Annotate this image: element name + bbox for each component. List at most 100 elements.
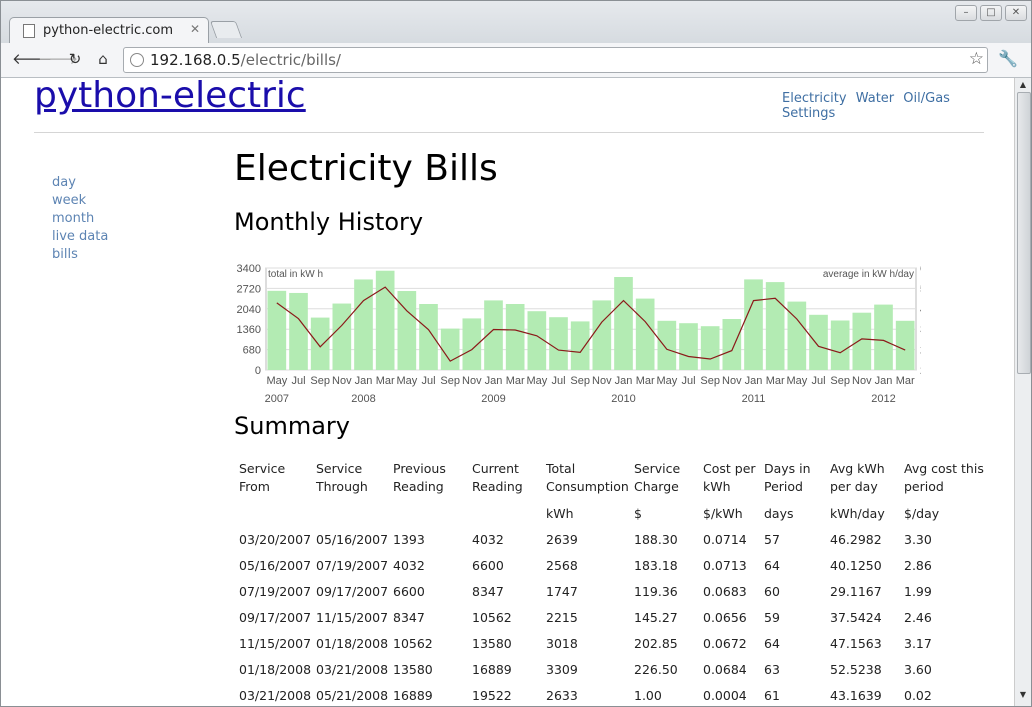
nav-electricity[interactable]: Electricity — [782, 91, 847, 106]
bar — [765, 282, 785, 370]
table-cell: 226.50 — [634, 662, 678, 677]
maximize-button[interactable]: □ — [980, 5, 1002, 21]
browser-tab[interactable]: python-electric.com ✕ — [9, 17, 209, 44]
bar — [440, 328, 460, 370]
table-cell: 0.0004 — [703, 688, 747, 703]
column-header: Reading — [393, 479, 444, 494]
table-cell: 1.99 — [904, 584, 932, 599]
table-cell: 09/17/2007 — [239, 610, 312, 625]
x-tick-label: Sep — [830, 375, 850, 387]
bar — [830, 320, 850, 370]
bar — [505, 304, 525, 370]
bar — [267, 290, 287, 370]
table-cell: 6600 — [472, 558, 504, 573]
close-window-button[interactable]: ✕ — [1005, 5, 1027, 21]
nav-settings[interactable]: Settings — [782, 106, 835, 121]
monthly-history-heading: Monthly History — [234, 208, 424, 236]
column-header: Through — [316, 479, 368, 494]
column-header: Consumption — [546, 479, 629, 494]
column-header: Charge — [634, 479, 679, 494]
bar — [657, 320, 677, 370]
x-tick-label: Jul — [421, 375, 435, 387]
minimize-button[interactable]: – — [955, 5, 977, 21]
column-header: Previous — [393, 461, 446, 476]
table-cell: 07/19/2007 — [239, 584, 312, 599]
top-nav: Electricity Water Oil/Gas Settings — [782, 91, 1014, 121]
table-cell: 3309 — [546, 662, 578, 677]
column-header: Reading — [472, 479, 523, 494]
table-cell: 188.30 — [634, 532, 678, 547]
vertical-scrollbar[interactable]: ▲ ▼ — [1014, 78, 1031, 706]
table-cell: 0.0656 — [703, 610, 747, 625]
scroll-down-icon[interactable]: ▼ — [1017, 690, 1029, 702]
summary-heading: Summary — [234, 412, 350, 440]
column-header: Current — [472, 461, 519, 476]
year-label: 2012 — [871, 393, 895, 405]
bar — [549, 317, 568, 370]
back-icon[interactable]: 🡐 — [12, 49, 52, 69]
sidenav-live-data[interactable]: live data — [52, 229, 108, 247]
column-header: Avg kWh — [830, 461, 885, 476]
table-cell: 3.60 — [904, 662, 932, 677]
x-tick-label: Jan — [745, 375, 763, 387]
table-cell: 05/21/2008 — [316, 688, 389, 703]
table-cell: 29.1167 — [830, 584, 882, 599]
sidenav-bills[interactable]: bills — [52, 247, 108, 265]
nav-water[interactable]: Water — [856, 91, 894, 106]
sidenav-day[interactable]: day — [52, 175, 108, 193]
table-cell: 13580 — [393, 662, 433, 677]
bar — [635, 298, 655, 370]
wrench-icon[interactable]: 🔧 — [997, 49, 1019, 69]
column-header: per day — [830, 479, 878, 494]
close-tab-icon[interactable]: ✕ — [190, 22, 200, 36]
column-header: Service — [316, 461, 363, 476]
reload-icon[interactable]: ↻ — [65, 49, 85, 69]
table-cell: 13580 — [472, 636, 512, 651]
page-title: Electricity Bills — [234, 148, 498, 189]
x-tick-label: Mar — [636, 375, 655, 387]
bar — [354, 279, 373, 370]
table-cell: 183.18 — [634, 558, 678, 573]
nav-oil-gas[interactable]: Oil/Gas — [903, 91, 950, 106]
table-cell: 0.0713 — [703, 558, 747, 573]
site-title-link[interactable]: python-electric — [34, 78, 306, 116]
forward-icon[interactable]: 🡒 — [38, 49, 78, 69]
sidenav-month[interactable]: month — [52, 211, 108, 229]
x-tick-label: Mar — [506, 375, 525, 387]
table-cell: 43.1639 — [830, 688, 882, 703]
right-tick-label: 20 — [920, 365, 921, 377]
table-cell: 64 — [764, 636, 780, 651]
address-bar[interactable]: 192.168.0.5/electric/bills/ ☆ — [123, 47, 988, 73]
sidenav-week[interactable]: week — [52, 193, 108, 211]
table-cell: 09/17/2007 — [316, 584, 389, 599]
url-text: 192.168.0.5/electric/bills/ — [150, 51, 341, 69]
column-header: From — [239, 479, 270, 494]
table-cell: 0.0683 — [703, 584, 747, 599]
table-cell: 4032 — [472, 532, 504, 547]
table-cell: 05/16/2007 — [239, 558, 312, 573]
table-cell: 8347 — [393, 610, 425, 625]
column-unit: kWh — [546, 506, 574, 521]
x-tick-label: Jul — [811, 375, 825, 387]
new-tab-button[interactable] — [209, 21, 243, 38]
table-cell: 6600 — [393, 584, 425, 599]
table-cell: 3018 — [546, 636, 578, 651]
home-icon[interactable]: ⌂ — [93, 49, 113, 69]
x-tick-label: Nov — [462, 375, 482, 387]
column-header: Cost per — [703, 461, 756, 476]
scroll-up-icon[interactable]: ▲ — [1017, 80, 1029, 92]
scrollbar-thumb[interactable] — [1017, 92, 1031, 374]
x-tick-label: Jul — [551, 375, 565, 387]
bar — [310, 317, 330, 370]
right-tick-label: 52 — [920, 283, 921, 295]
x-tick-label: May — [266, 375, 287, 387]
x-tick-label: Nov — [332, 375, 352, 387]
bookmark-star-icon[interactable]: ☆ — [969, 49, 984, 69]
right-tick-label: 44 — [920, 304, 921, 316]
left-tick-label: 680 — [243, 345, 261, 357]
x-tick-label: May — [656, 375, 677, 387]
table-cell: 8347 — [472, 584, 504, 599]
table-cell: 59 — [764, 610, 780, 625]
table-cell: 37.5424 — [830, 610, 882, 625]
bar — [874, 304, 893, 370]
